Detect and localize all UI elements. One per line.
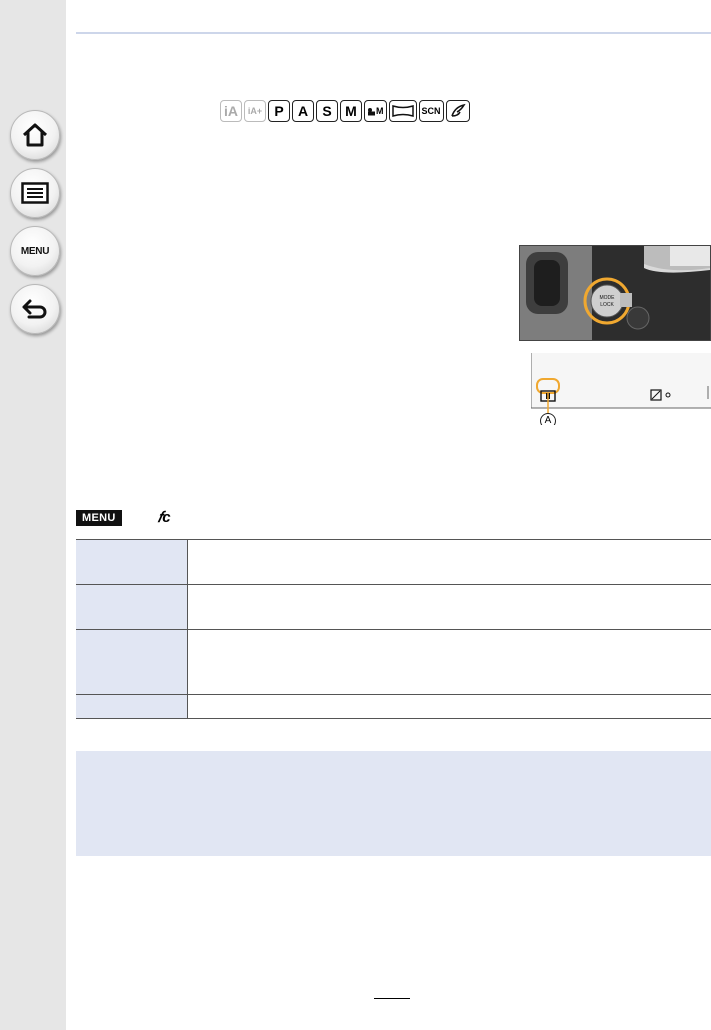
table-value-cell — [187, 694, 711, 719]
home-button[interactable] — [10, 110, 60, 160]
mode-manual-icon: M — [340, 100, 362, 122]
table-key-cell — [76, 694, 188, 719]
list-icon — [21, 182, 49, 204]
header-rule — [76, 32, 711, 34]
monitor-screen-illustration: A — [530, 353, 711, 429]
menu-path: MENU 𝑓c — [76, 509, 171, 526]
mode-program-icon: P — [268, 100, 290, 122]
settings-table — [76, 539, 711, 719]
table-key-cell — [76, 629, 188, 695]
mode-lock-button-label-top: MODE — [600, 295, 616, 301]
mode-creative-video-icon: M — [364, 100, 387, 122]
back-icon — [22, 299, 47, 319]
note-box — [76, 751, 711, 856]
menu-button[interactable]: MENU — [10, 226, 60, 276]
recording-mode-icons: iA iA+ P A S M M SCN — [220, 99, 470, 123]
table-row — [76, 584, 711, 630]
page-number-rule — [374, 998, 410, 999]
camera-mode-lock-photo: MODE LOCK — [519, 245, 711, 341]
table-value-cell — [187, 584, 711, 630]
table-key-cell — [76, 539, 188, 585]
table-row — [76, 629, 711, 695]
mode-panorama-icon — [388, 100, 417, 122]
contents-button[interactable] — [10, 168, 60, 218]
mode-shutter-icon: S — [316, 100, 338, 122]
custom-setup-icon: 𝑓c — [157, 509, 171, 526]
movie-camera-icon — [368, 107, 375, 115]
mode-lock-button-label-bottom: LOCK — [600, 302, 614, 308]
table-key-cell — [76, 584, 188, 630]
home-icon — [22, 123, 48, 147]
mode-creative-video-label: M — [376, 106, 384, 116]
table-row — [76, 694, 711, 719]
menu-icon: MENU — [20, 245, 50, 257]
callout-label-a: A — [544, 415, 552, 426]
mode-intelligent-auto-icon: iA — [220, 100, 242, 122]
table-value-cell — [187, 629, 711, 695]
table-value-cell — [187, 539, 711, 585]
menu-badge: MENU — [76, 509, 122, 526]
mode-aperture-icon: A — [292, 100, 314, 122]
mode-intelligent-auto-plus-icon: iA+ — [244, 100, 266, 122]
back-button[interactable] — [10, 284, 60, 334]
mode-scene-guide-icon: SCN — [418, 100, 444, 122]
mode-creative-control-icon — [445, 100, 470, 122]
sidebar: MENU — [0, 0, 66, 1030]
table-row — [76, 539, 711, 585]
